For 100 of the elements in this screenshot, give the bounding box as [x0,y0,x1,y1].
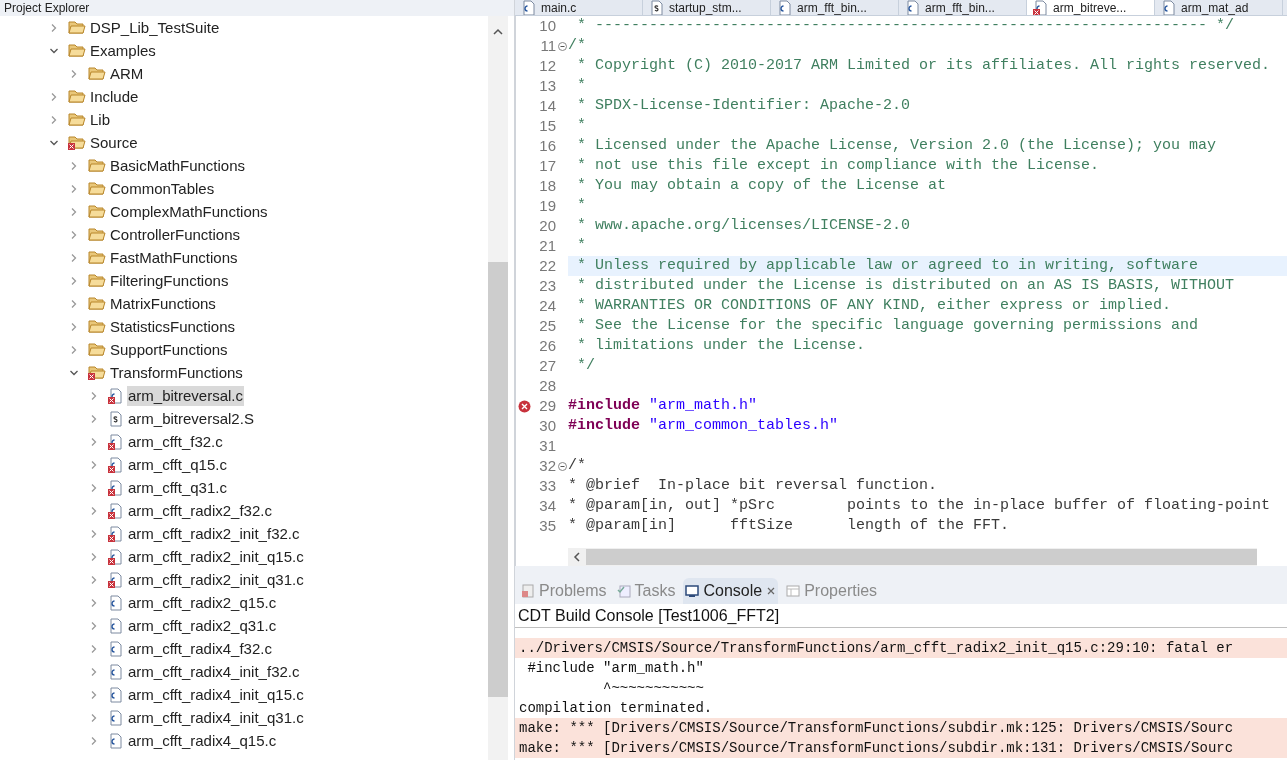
chevron-right-icon[interactable] [69,206,79,217]
chevron-right-icon[interactable] [69,321,79,332]
c-file-error-icon [108,548,124,565]
tree-item[interactable]: FastMathFunctions [109,247,239,268]
tree-item[interactable]: arm_cfft_q31.c [127,477,228,498]
folder-icon [88,250,106,265]
tree-item[interactable]: arm_cfft_radix4_init_f32.c [127,661,301,682]
c-file-icon [108,686,124,703]
c-file-icon [108,640,124,657]
chevron-right-icon[interactable] [89,574,99,585]
scrollbar[interactable] [488,16,508,760]
chevron-right-icon[interactable] [69,298,79,309]
code-line: * @param[in] fftSize length of the FFT. [568,515,1010,536]
tree-item[interactable]: TransformFunctions [109,362,244,383]
code-line: * SPDX-License-Identifier: Apache-2.0 [576,95,911,116]
chevron-right-icon[interactable] [69,183,79,194]
code-line: * www.apache.org/licenses/LICENSE-2.0 [576,215,911,236]
line-number: 12 [538,55,556,76]
tree-item[interactable]: DSP_Lib_TestSuite [89,17,221,38]
chevron-right-icon[interactable] [89,528,99,539]
chevron-right-icon[interactable] [89,643,99,654]
tree-item[interactable]: arm_cfft_q15.c [127,454,228,475]
chevron-right-icon[interactable] [69,344,79,355]
tree-item[interactable]: arm_cfft_radix2_f32.c [127,500,273,521]
chevron-right-icon[interactable] [89,482,99,493]
tree-item[interactable]: arm_bitreversal2.S [127,408,255,429]
code-line: * limitations under the License. [576,335,866,356]
tree-item[interactable]: ComplexMathFunctions [109,201,269,222]
tree-item[interactable]: arm_cfft_radix4_f32.c [127,638,273,659]
chevron-right-icon[interactable] [89,459,99,470]
chevron-right-icon[interactable] [49,22,59,33]
tree-item[interactable]: Examples [89,40,157,61]
chevron-right-icon[interactable] [89,551,99,562]
tree-item[interactable]: arm_cfft_f32.c [127,431,224,452]
tree-item[interactable]: arm_bitreversal.c [127,385,245,406]
tree-item[interactable]: arm_cfft_radix4_init_q31.c [127,707,305,728]
chevron-right-icon[interactable] [89,413,99,424]
tree-item[interactable]: CommonTables [109,178,216,199]
chevron-right-icon[interactable] [89,597,99,608]
code-line: * [576,235,586,256]
chevron-right-icon[interactable] [69,160,79,171]
line-number: 26 [538,335,556,356]
chevron-right-icon[interactable] [89,505,99,516]
chevron-right-icon[interactable] [89,712,99,723]
fold-icon[interactable] [557,41,567,51]
c-file-icon [108,709,124,726]
tree-item[interactable]: arm_cfft_radix2_init_q31.c [127,569,305,590]
folder-icon [68,112,86,127]
chevron-right-icon[interactable] [89,666,99,677]
folder-icon [88,66,106,81]
c-file-error-icon [108,387,124,404]
tree-item[interactable]: FilteringFunctions [109,270,230,291]
chevron-right-icon[interactable] [69,252,79,263]
tree-item[interactable]: arm_cfft_radix4_q15.c [127,730,278,751]
chevron-right-icon[interactable] [89,620,99,631]
tree-item[interactable]: Lib [89,109,112,130]
c-file-icon [108,663,124,680]
chevron-right-icon[interactable] [89,390,99,401]
tree-item[interactable]: arm_cfft_radix2_q15.c [127,592,278,613]
panel-title[interactable]: Project Explorer [4,1,90,15]
fold-icon[interactable] [557,461,567,471]
horizontal-scroll-thumb[interactable] [586,549,1257,565]
close-icon[interactable] [766,586,777,596]
chevron-right-icon[interactable] [89,735,99,746]
tree-item[interactable]: ARM [109,63,145,84]
tree-item[interactable]: MatrixFunctions [109,293,217,314]
tree-item[interactable]: BasicMathFunctions [109,155,247,176]
code-line: * -------------------------------------------------------------------- */ [576,16,1235,36]
code-line: * See the License for the specific language governing permissions and [576,315,1199,336]
c-file-error-icon [108,479,124,496]
chevron-right-icon[interactable] [69,68,79,79]
console-line: ^~~~~~~~~~~~ [602,679,705,698]
tree-item[interactable]: arm_cfft_radix2_init_q15.c [127,546,305,567]
line-number: 14 [538,95,556,116]
c-file-error-icon [108,433,124,450]
panel-tab[interactable]: Console [683,578,779,604]
console-line: #include "arm_math.h" [526,659,705,678]
tree-item[interactable]: arm_cfft_radix4_init_q15.c [127,684,305,705]
tree-item[interactable]: SupportFunctions [109,339,229,360]
editor-tab[interactable]: arm_bitreve... [1027,0,1155,15]
scroll-thumb[interactable] [488,262,508,697]
c-file-icon [108,594,124,611]
tree-item[interactable]: arm_cfft_radix2_q31.c [127,615,278,636]
chevron-right-icon[interactable] [89,689,99,700]
folder-icon [88,319,106,334]
line-number: 35 [538,515,556,536]
chevron-right-icon[interactable] [69,275,79,286]
chevron-right-icon[interactable] [49,114,59,125]
c-file-icon [108,617,124,634]
chevron-right-icon[interactable] [89,436,99,447]
chevron-right-icon[interactable] [49,91,59,102]
tree-item[interactable]: Source [89,132,139,153]
c-file-error-icon [108,525,124,542]
code-line: * [576,115,586,136]
chevron-right-icon[interactable] [69,229,79,240]
tree-item[interactable]: Include [89,86,140,107]
tree-item[interactable]: ControllerFunctions [109,224,242,245]
tree-item[interactable]: StatisticsFunctions [109,316,237,337]
code-line: #include "arm_math.h" [568,395,758,416]
tree-item[interactable]: arm_cfft_radix2_init_f32.c [127,523,301,544]
